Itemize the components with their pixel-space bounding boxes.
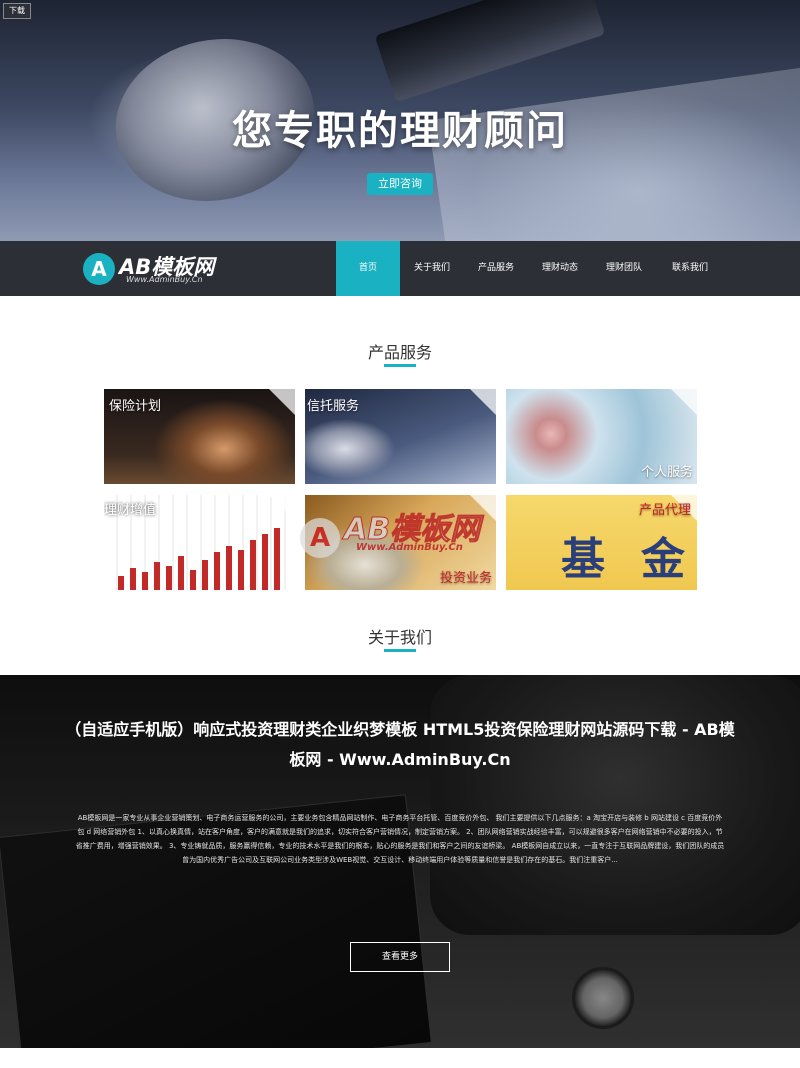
chart-bar — [178, 556, 184, 590]
tile-label: 投资业务 — [439, 571, 492, 586]
tile-big-char: 金 — [641, 534, 685, 585]
tile-corner — [269, 495, 295, 521]
chart-bar — [166, 566, 172, 590]
chart-bar — [250, 540, 256, 590]
product-tile-personal[interactable]: 个人服务 — [506, 389, 697, 484]
chart-bar — [154, 562, 160, 590]
logo-icon: A — [83, 253, 115, 285]
hero-banner: 下载 您专职的理财顾问 立即咨询 — [0, 0, 800, 241]
hero-title: 您专职的理财顾问 — [232, 108, 568, 154]
nav-item-products[interactable]: 产品服务 — [464, 241, 528, 296]
about-section: （自适应手机版）响应式投资理财类企业织梦模板 HTML5投资保险理财网站源码下载… — [0, 675, 800, 1048]
chart-bar — [274, 528, 280, 590]
consult-button[interactable]: 立即咨询 — [367, 173, 433, 195]
nav-item-about[interactable]: 关于我们 — [400, 241, 464, 296]
product-tile-insurance[interactable]: 保险计划 — [104, 389, 295, 484]
tile-label: 理财增值 — [104, 503, 157, 518]
footer-strip — [0, 1048, 800, 1068]
logo-url: Www.AdminBuy.Cn — [126, 275, 203, 284]
chart-bar — [262, 534, 268, 590]
tile-label: 个人服务 — [640, 465, 693, 480]
tile-corner — [269, 389, 295, 415]
products-title-underline — [384, 364, 416, 367]
chart-bar — [190, 570, 196, 590]
chart-bar — [142, 572, 148, 590]
watermark-url: Www.AdminBuy.Cn — [356, 542, 463, 553]
tile-label: 信托服务 — [307, 399, 360, 414]
nav-item-contact[interactable]: 联系我们 — [656, 241, 724, 296]
tile-label: 产品代理 — [638, 503, 691, 518]
chart-bar — [226, 546, 232, 590]
main-navbar: A AB模板网 Www.AdminBuy.Cn 首页 关于我们 产品服务 理财动… — [0, 241, 800, 296]
pen-image — [374, 0, 606, 103]
products-section-title: 产品服务 — [367, 343, 432, 362]
about-body-text: AB模板网是一家专业从事企业营销策划、电子商务运营服务的公司，主要业务包含精品网… — [75, 814, 725, 864]
about-headline: （自适应手机版）响应式投资理财类企业织梦模板 HTML5投资保险理财网站源码下载… — [65, 720, 735, 769]
nav-item-team[interactable]: 理财团队 — [592, 241, 656, 296]
nav-item-home[interactable]: 首页 — [336, 241, 400, 296]
about-title-underline — [384, 649, 416, 652]
top-tag-button[interactable]: 下载 — [3, 3, 31, 19]
chart-bar — [214, 552, 220, 590]
watermark-icon: A — [300, 518, 340, 558]
site-logo[interactable]: A AB模板网 Www.AdminBuy.Cn — [83, 253, 243, 287]
tile-corner — [470, 389, 496, 415]
about-section-title: 关于我们 — [367, 628, 432, 647]
product-tile-wealth[interactable]: 理财增值 — [104, 495, 295, 590]
tile-label: 保险计划 — [109, 399, 162, 414]
chart-bar — [118, 576, 124, 590]
chart-bar — [238, 550, 244, 590]
chart-bar — [202, 560, 208, 590]
tile-corner — [671, 389, 697, 415]
chart-bar — [130, 568, 136, 590]
tile-big-char: 基 — [561, 534, 605, 585]
nav-item-news[interactable]: 理财动态 — [528, 241, 592, 296]
view-more-button[interactable]: 查看更多 — [350, 942, 450, 972]
product-tile-agency[interactable]: 基 金 产品代理 — [506, 495, 697, 590]
watermark-logo: A AB模板网 Www.AdminBuy.Cn — [300, 498, 500, 568]
product-tile-trust[interactable]: 信托服务 — [305, 389, 496, 484]
bar-chart-image — [114, 520, 294, 590]
